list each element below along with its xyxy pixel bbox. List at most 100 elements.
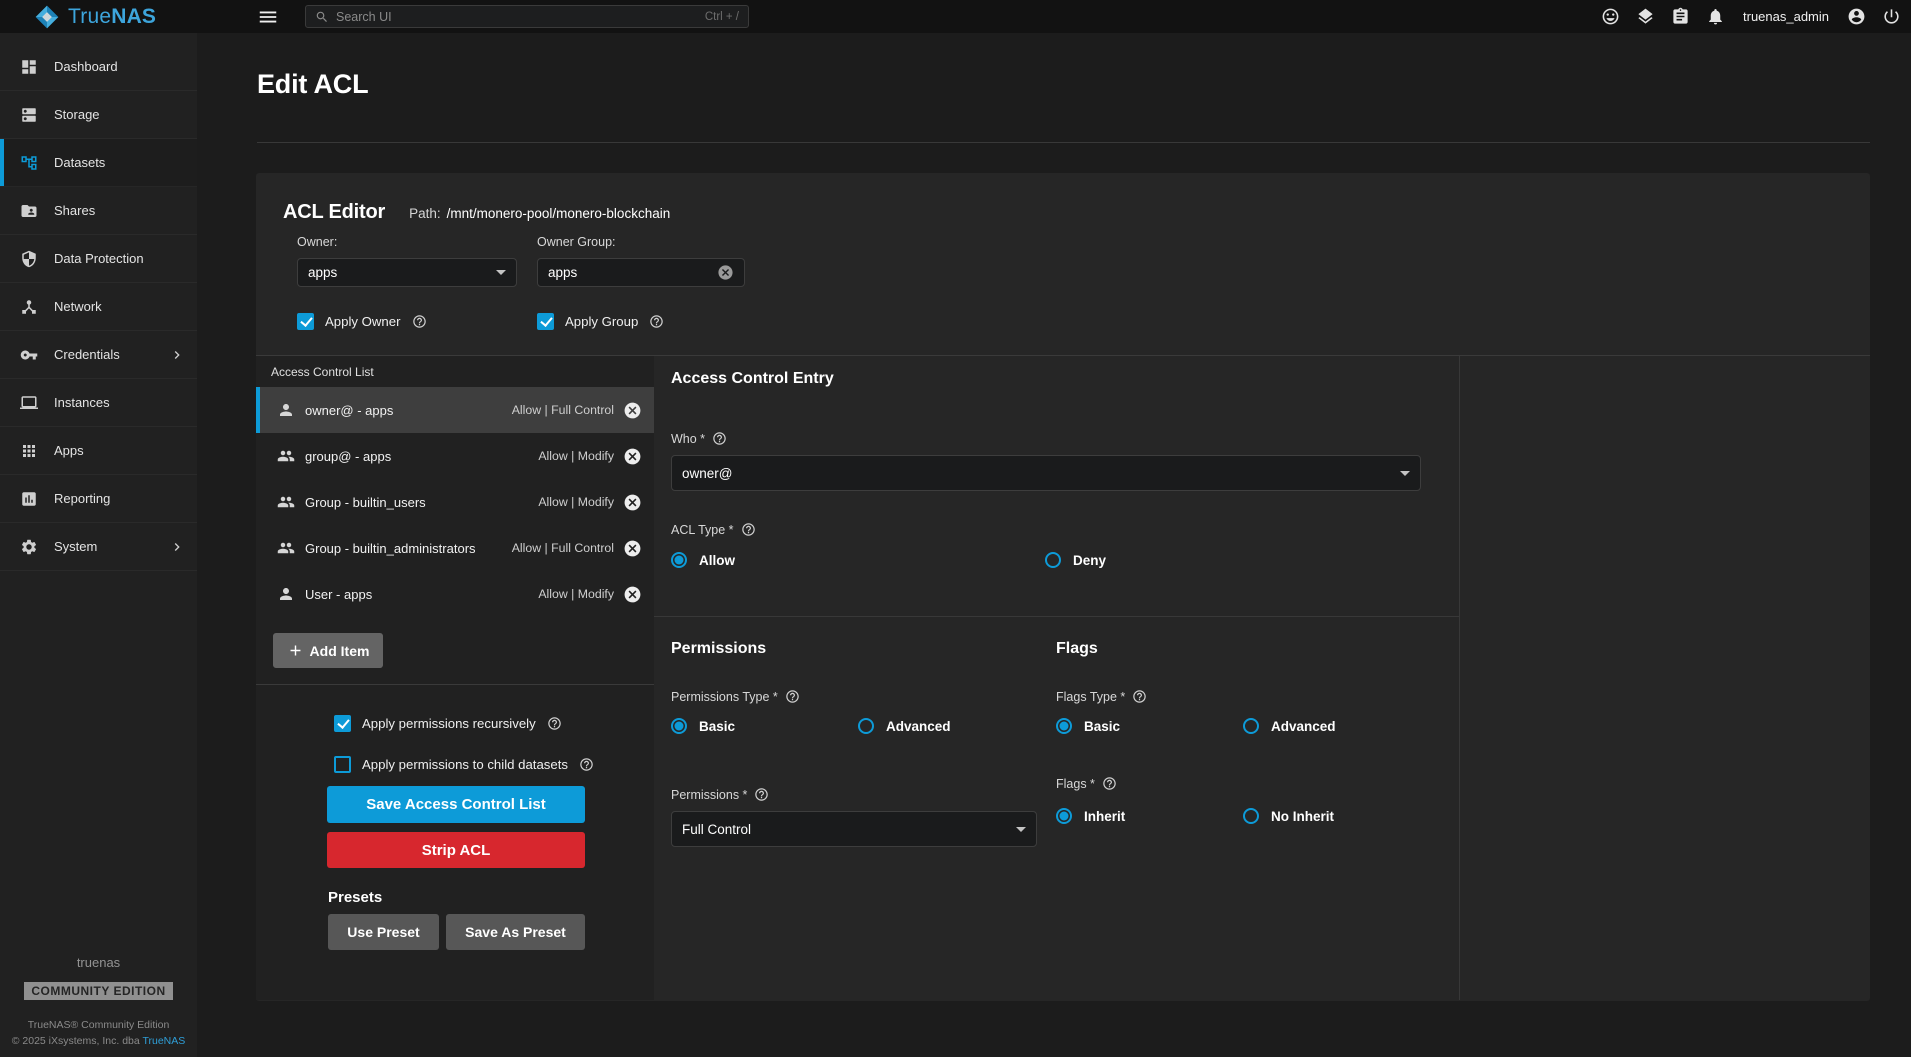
person-icon — [277, 401, 295, 419]
apply-recursively-checkbox[interactable]: Apply permissions recursively — [334, 715, 562, 732]
permissions-type-label: Permissions Type * — [671, 689, 800, 704]
help-icon[interactable] — [785, 689, 800, 704]
key-icon — [20, 346, 38, 364]
sidebar-item-data-protection[interactable]: Data Protection — [0, 235, 197, 283]
sidebar-item-dashboard[interactable]: Dashboard — [0, 43, 197, 91]
footer-edition-line: TrueNAS® Community Edition — [28, 1019, 170, 1031]
truenas-logo[interactable]: TrueNAS — [0, 4, 197, 30]
permissions-type-basic-radio[interactable]: Basic — [671, 718, 858, 734]
help-icon[interactable] — [547, 716, 562, 731]
flags-no-inherit-radio[interactable]: No Inherit — [1243, 808, 1430, 824]
storage-icon — [20, 106, 38, 124]
group-icon — [277, 447, 295, 465]
acl-entry-row[interactable]: group@ - apps Allow | Modify — [256, 433, 654, 479]
page-title: Edit ACL — [257, 69, 1911, 100]
clear-input-icon[interactable] — [717, 264, 734, 281]
help-icon[interactable] — [741, 522, 756, 537]
acl-type-label: ACL Type * — [671, 522, 756, 537]
sidebar-item-shares[interactable]: Shares — [0, 187, 197, 235]
hostname: truenas — [77, 955, 120, 970]
sidebar-item-storage[interactable]: Storage — [0, 91, 197, 139]
acl-entry-row[interactable]: owner@ - apps Allow | Full Control — [256, 387, 654, 433]
owner-label: Owner: — [297, 235, 517, 249]
flags-label: Flags * — [1056, 776, 1117, 791]
brand-text: TrueNAS — [68, 5, 156, 29]
remove-entry-icon[interactable] — [623, 539, 642, 558]
edition-badge: COMMUNITY EDITION — [24, 982, 172, 1000]
flags-type-basic-radio[interactable]: Basic — [1056, 718, 1243, 734]
menu-toggle-button[interactable] — [257, 6, 279, 28]
acl-entry-row[interactable]: User - apps Allow | Modify — [256, 571, 654, 617]
search-shortcut: Ctrl + / — [705, 11, 739, 23]
apply-owner-checkbox[interactable]: Apply Owner — [297, 313, 517, 330]
use-preset-button[interactable]: Use Preset — [328, 914, 439, 950]
feedback-button[interactable] — [1601, 7, 1620, 26]
checkbox-checked-icon — [334, 715, 351, 732]
radio-unselected-icon — [858, 718, 874, 734]
group-icon — [277, 493, 295, 511]
remove-entry-icon[interactable] — [623, 447, 642, 466]
plus-icon — [287, 642, 304, 659]
owner-group-field-group: Owner Group: apps Apply Group — [537, 235, 745, 330]
acl-entry-row[interactable]: Group - builtin_users Allow | Modify — [256, 479, 654, 525]
help-icon[interactable] — [649, 314, 664, 329]
permissions-label: Permissions * — [671, 787, 769, 802]
username[interactable]: truenas_admin — [1743, 9, 1829, 24]
search-input[interactable]: Search UI Ctrl + / — [305, 5, 749, 28]
acl-type-deny-radio[interactable]: Deny — [1045, 552, 1419, 568]
help-icon[interactable] — [1102, 776, 1117, 791]
help-icon[interactable] — [754, 787, 769, 802]
who-select[interactable]: owner@ — [671, 455, 1421, 491]
remove-entry-icon[interactable] — [623, 585, 642, 604]
access-control-entry-panel: Access Control Entry Who * owner@ ACL Ty… — [654, 356, 1870, 1000]
apply-to-children-checkbox[interactable]: Apply permissions to child datasets — [334, 756, 594, 773]
acl-entry-row[interactable]: Group - builtin_administrators Allow | F… — [256, 525, 654, 571]
gear-icon — [20, 538, 38, 556]
add-item-button[interactable]: Add Item — [273, 633, 383, 668]
truecommand-button[interactable] — [1636, 7, 1655, 26]
chevron-down-icon — [496, 270, 506, 275]
sidebar-item-datasets[interactable]: Datasets — [0, 139, 197, 187]
owner-select[interactable]: apps — [297, 258, 517, 287]
checkbox-checked-icon — [537, 313, 554, 330]
user-avatar-icon — [1847, 7, 1866, 26]
search-placeholder: Search UI — [336, 10, 392, 24]
dashboard-icon — [20, 58, 38, 76]
permissions-select[interactable]: Full Control — [671, 811, 1037, 847]
sidebar-item-instances[interactable]: Instances — [0, 379, 197, 427]
checkbox-unchecked-icon — [334, 756, 351, 773]
radio-unselected-icon — [1045, 552, 1061, 568]
flags-type-advanced-radio[interactable]: Advanced — [1243, 718, 1430, 734]
remove-entry-icon[interactable] — [623, 493, 642, 512]
help-icon[interactable] — [712, 431, 727, 446]
owner-group-input[interactable]: apps — [537, 258, 745, 287]
sidebar-item-apps[interactable]: Apps — [0, 427, 197, 475]
clipboard-icon — [1671, 7, 1690, 26]
help-icon[interactable] — [1132, 689, 1147, 704]
sidebar-item-credentials[interactable]: Credentials — [0, 331, 197, 379]
power-button[interactable] — [1882, 7, 1901, 26]
apply-group-checkbox[interactable]: Apply Group — [537, 313, 745, 330]
acl-type-allow-radio[interactable]: Allow — [671, 552, 1045, 568]
remove-entry-icon[interactable] — [623, 401, 642, 420]
sidebar-item-network[interactable]: Network — [0, 283, 197, 331]
permissions-type-advanced-radio[interactable]: Advanced — [858, 718, 1045, 734]
topbar-actions: truenas_admin — [1601, 7, 1911, 26]
apps-grid-icon — [20, 442, 38, 460]
save-acl-button[interactable]: Save Access Control List — [327, 786, 585, 823]
sidebar-item-system[interactable]: System — [0, 523, 197, 571]
account-button[interactable] — [1847, 7, 1866, 26]
strip-acl-button[interactable]: Strip ACL — [327, 832, 585, 868]
save-as-preset-button[interactable]: Save As Preset — [446, 914, 585, 950]
truenas-link[interactable]: TrueNAS — [142, 1035, 185, 1047]
access-control-list-panel: Access Control List owner@ - apps Allow … — [256, 356, 654, 1000]
alerts-button[interactable] — [1706, 7, 1725, 26]
help-icon[interactable] — [412, 314, 427, 329]
jobs-button[interactable] — [1671, 7, 1690, 26]
chevron-down-icon — [1016, 827, 1026, 832]
sidebar-item-reporting[interactable]: Reporting — [0, 475, 197, 523]
laptop-icon — [20, 394, 38, 412]
help-icon[interactable] — [579, 757, 594, 772]
acl-entries: owner@ - apps Allow | Full Control group… — [256, 387, 654, 617]
flags-inherit-radio[interactable]: Inherit — [1056, 808, 1243, 824]
